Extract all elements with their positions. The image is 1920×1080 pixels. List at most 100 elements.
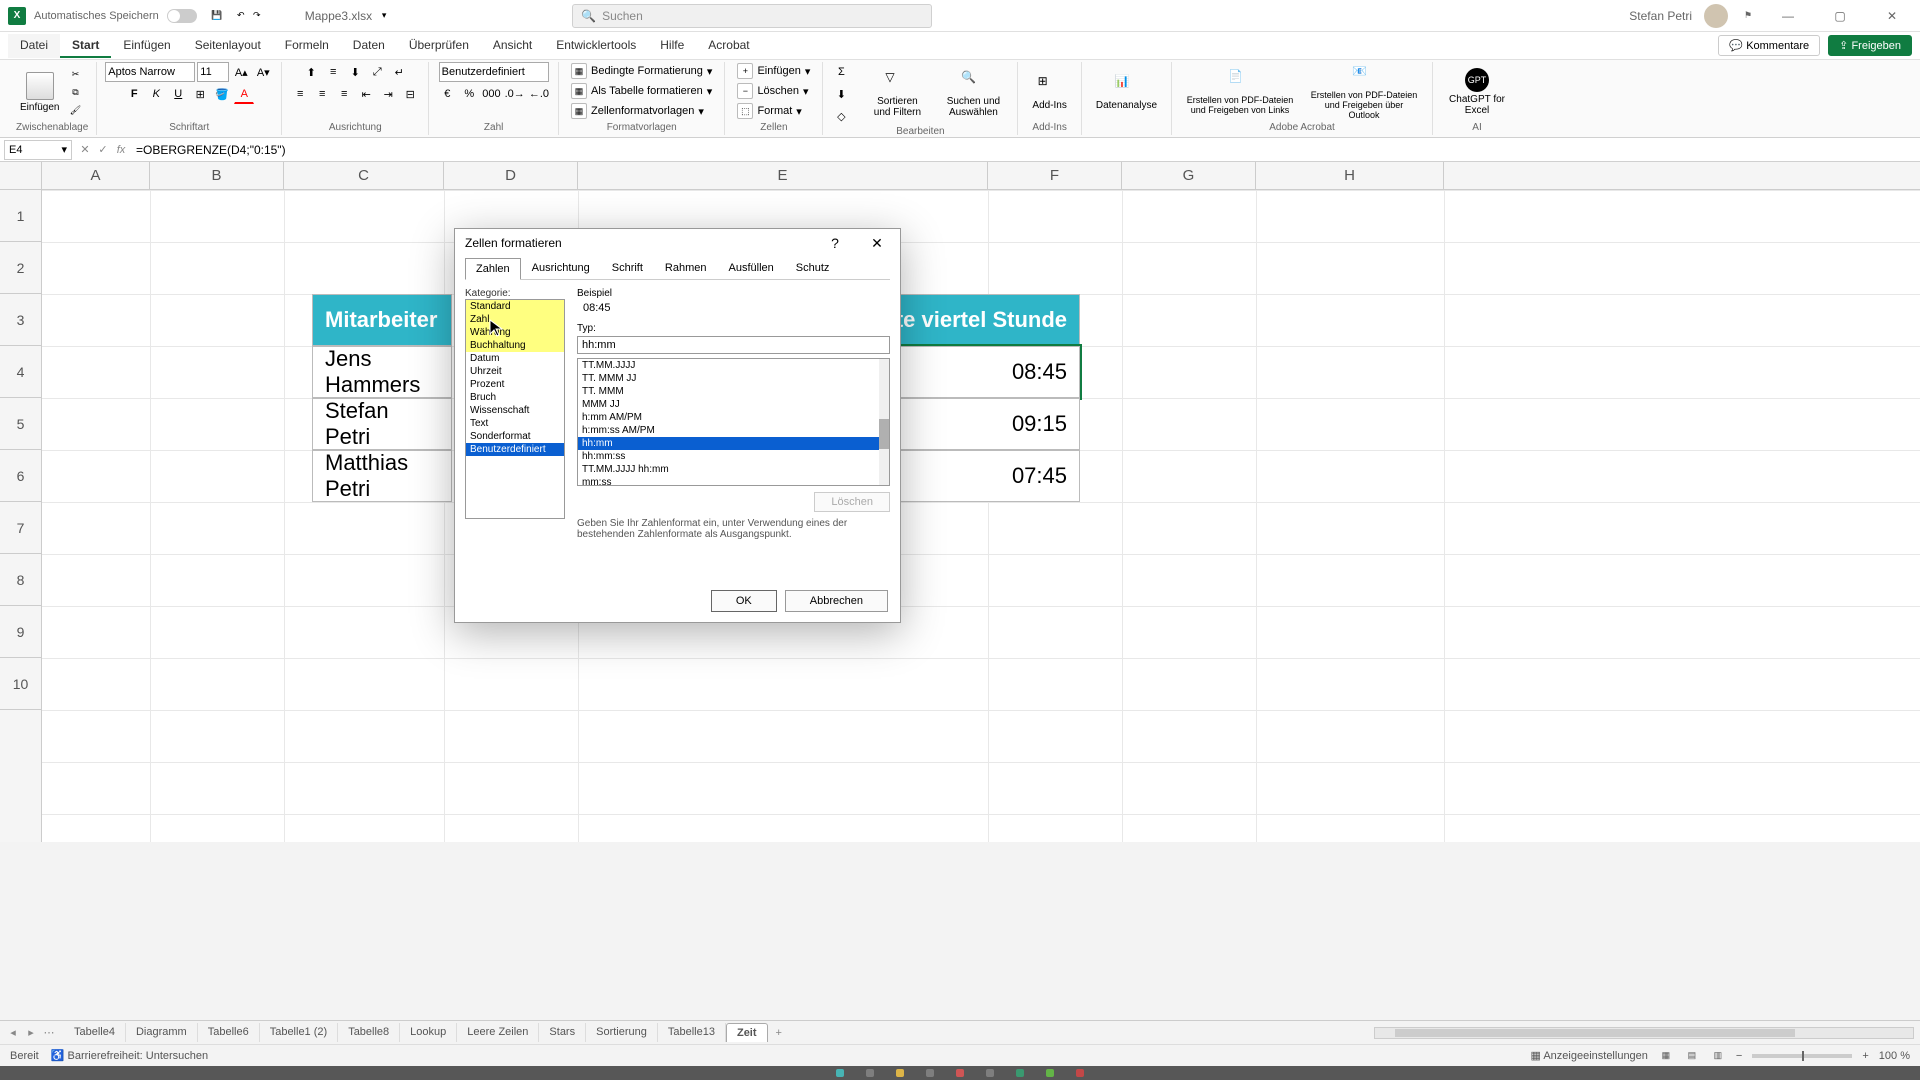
cell-mitarbeiter[interactable]: Stefan Petri <box>312 398 452 450</box>
align-top-icon[interactable]: ⬆ <box>301 62 321 82</box>
column-header[interactable]: A <box>42 162 150 189</box>
align-center-icon[interactable]: ≡ <box>312 84 332 104</box>
sheet-tab[interactable]: Leere Zeilen <box>457 1023 539 1042</box>
cancel-formula-icon[interactable]: ✕ <box>76 141 94 159</box>
merge-icon[interactable]: ⊟ <box>400 84 420 104</box>
format-item[interactable]: TT. MMM JJ <box>578 372 889 385</box>
format-painter-icon[interactable]: 🖌 <box>67 102 83 118</box>
dialog-tab-schutz[interactable]: Schutz <box>785 257 841 279</box>
italic-button[interactable]: K <box>146 84 166 104</box>
increase-font-icon[interactable]: A▴ <box>231 62 251 82</box>
user-name[interactable]: Stefan Petri <box>1629 9 1692 23</box>
zoom-level[interactable]: 100 % <box>1879 1050 1910 1062</box>
conditional-formatting-button[interactable]: ▦Bedingte Formatierung ▾ <box>567 62 716 80</box>
row-header[interactable]: 3 <box>0 294 41 346</box>
view-normal-icon[interactable]: ▦ <box>1658 1048 1674 1064</box>
autosave-toggle[interactable] <box>167 9 197 23</box>
cell-styles-button[interactable]: ▦Zellenformatvorlagen ▾ <box>567 102 708 120</box>
view-pagebreak-icon[interactable]: ▥ <box>1710 1048 1726 1064</box>
row-header[interactable]: 4 <box>0 346 41 398</box>
ribbon-tab-start[interactable]: Start <box>60 34 111 58</box>
cut-icon[interactable]: ✂ <box>67 66 83 82</box>
column-header[interactable]: D <box>444 162 578 189</box>
formula-input[interactable]: =OBERGRENZE(D4;"0:15") <box>130 140 1920 160</box>
ribbon-tab-daten[interactable]: Daten <box>341 34 397 58</box>
search-box[interactable]: 🔍 Suchen <box>572 4 932 28</box>
format-item[interactable]: h:mm:ss AM/PM <box>578 424 889 437</box>
close-button[interactable]: ✕ <box>1872 0 1912 32</box>
row-header[interactable]: 2 <box>0 242 41 294</box>
format-item[interactable]: h:mm AM/PM <box>578 411 889 424</box>
dialog-tab-schrift[interactable]: Schrift <box>601 257 654 279</box>
undo-icon[interactable]: ↶ <box>233 8 249 24</box>
column-header[interactable]: C <box>284 162 444 189</box>
dialog-tab-ausfüllen[interactable]: Ausfüllen <box>718 257 785 279</box>
increase-decimal-icon[interactable]: .0→ <box>504 84 526 104</box>
addins-button[interactable]: ⊞ Add-Ins <box>1026 72 1072 113</box>
category-item[interactable]: Datum <box>466 352 564 365</box>
format-item[interactable]: mm:ss <box>578 476 889 486</box>
avatar[interactable] <box>1704 4 1728 28</box>
ribbon-tab-hilfe[interactable]: Hilfe <box>648 34 696 58</box>
category-item[interactable]: Währung <box>466 326 564 339</box>
category-item[interactable]: Bruch <box>466 391 564 404</box>
column-header[interactable]: E <box>578 162 988 189</box>
autosum-icon[interactable]: Σ <box>831 62 851 82</box>
create-pdf-outlook-button[interactable]: 📧 Erstellen von PDF-Dateien und Freigebe… <box>1304 62 1424 122</box>
category-item[interactable]: Standard <box>466 300 564 313</box>
dialog-tab-ausrichtung[interactable]: Ausrichtung <box>521 257 601 279</box>
zoom-slider[interactable] <box>1752 1054 1852 1058</box>
format-item[interactable]: hh:mm:ss <box>578 450 889 463</box>
delete-format-button[interactable]: Löschen <box>814 492 890 512</box>
orientation-icon[interactable]: ⤢ <box>367 62 387 82</box>
category-item[interactable]: Text <box>466 417 564 430</box>
sheet-tab[interactable]: Diagramm <box>126 1023 198 1042</box>
comments-button[interactable]: 💬 Kommentare <box>1718 35 1820 56</box>
category-list[interactable]: StandardZahlWährungBuchhaltungDatumUhrze… <box>465 299 565 519</box>
row-header[interactable]: 10 <box>0 658 41 710</box>
dialog-tab-zahlen[interactable]: Zahlen <box>465 258 521 280</box>
align-left-icon[interactable]: ≡ <box>290 84 310 104</box>
add-sheet-button[interactable]: + <box>768 1024 790 1042</box>
fx-icon[interactable]: fx <box>112 141 130 159</box>
view-layout-icon[interactable]: ▤ <box>1684 1048 1700 1064</box>
row-header[interactable]: 8 <box>0 554 41 606</box>
category-item[interactable]: Benutzerdefiniert <box>466 443 564 456</box>
dialog-tab-rahmen[interactable]: Rahmen <box>654 257 718 279</box>
ribbon-tab-acrobat[interactable]: Acrobat <box>696 34 761 58</box>
percent-icon[interactable]: % <box>459 84 479 104</box>
sheet-tab[interactable]: Sortierung <box>586 1023 658 1042</box>
category-item[interactable]: Wissenschaft <box>466 404 564 417</box>
decrease-decimal-icon[interactable]: ←.0 <box>528 84 550 104</box>
column-header[interactable]: F <box>988 162 1122 189</box>
sheet-tab[interactable]: Tabelle6 <box>198 1023 260 1042</box>
align-bottom-icon[interactable]: ⬇ <box>345 62 365 82</box>
column-header[interactable]: H <box>1256 162 1444 189</box>
format-item[interactable]: TT. MMM <box>578 385 889 398</box>
row-header[interactable]: 6 <box>0 450 41 502</box>
decrease-font-icon[interactable]: A▾ <box>253 62 273 82</box>
category-item[interactable]: Uhrzeit <box>466 365 564 378</box>
format-list[interactable]: TT.MM.JJJJTT. MMM JJTT. MMMMMM JJh:mm AM… <box>577 358 890 486</box>
cancel-button[interactable]: Abbrechen <box>785 590 888 612</box>
maximize-button[interactable]: ▢ <box>1820 0 1860 32</box>
accessibility-status[interactable]: ♿ Barrierefreiheit: Untersuchen <box>51 1049 208 1062</box>
align-right-icon[interactable]: ≡ <box>334 84 354 104</box>
spreadsheet-grid[interactable]: ABCDEFGH 12345678910 Mitarbeiter Jens Ha… <box>0 162 1920 842</box>
column-header[interactable]: B <box>150 162 284 189</box>
row-header[interactable]: 7 <box>0 502 41 554</box>
data-analysis-button[interactable]: 📊 Datenanalyse <box>1090 72 1163 113</box>
comma-icon[interactable]: 000 <box>481 84 501 104</box>
bold-button[interactable]: F <box>124 84 144 104</box>
sheet-nav[interactable]: ◂▸⋯ <box>6 1026 56 1039</box>
fill-icon[interactable]: ⬇ <box>831 84 851 104</box>
chatgpt-button[interactable]: GPT ChatGPT for Excel <box>1441 66 1513 118</box>
find-select-button[interactable]: 🔍 Suchen und Auswählen <box>937 68 1009 120</box>
font-name-select[interactable] <box>105 62 195 82</box>
sheet-tab[interactable]: Zeit <box>726 1023 768 1042</box>
format-item[interactable]: hh:mm <box>578 437 889 450</box>
number-format-select[interactable] <box>439 62 549 82</box>
sheet-tab[interactable]: Stars <box>539 1023 586 1042</box>
borders-icon[interactable]: ⊞ <box>190 84 210 104</box>
format-item[interactable]: TT.MM.JJJJ <box>578 359 889 372</box>
